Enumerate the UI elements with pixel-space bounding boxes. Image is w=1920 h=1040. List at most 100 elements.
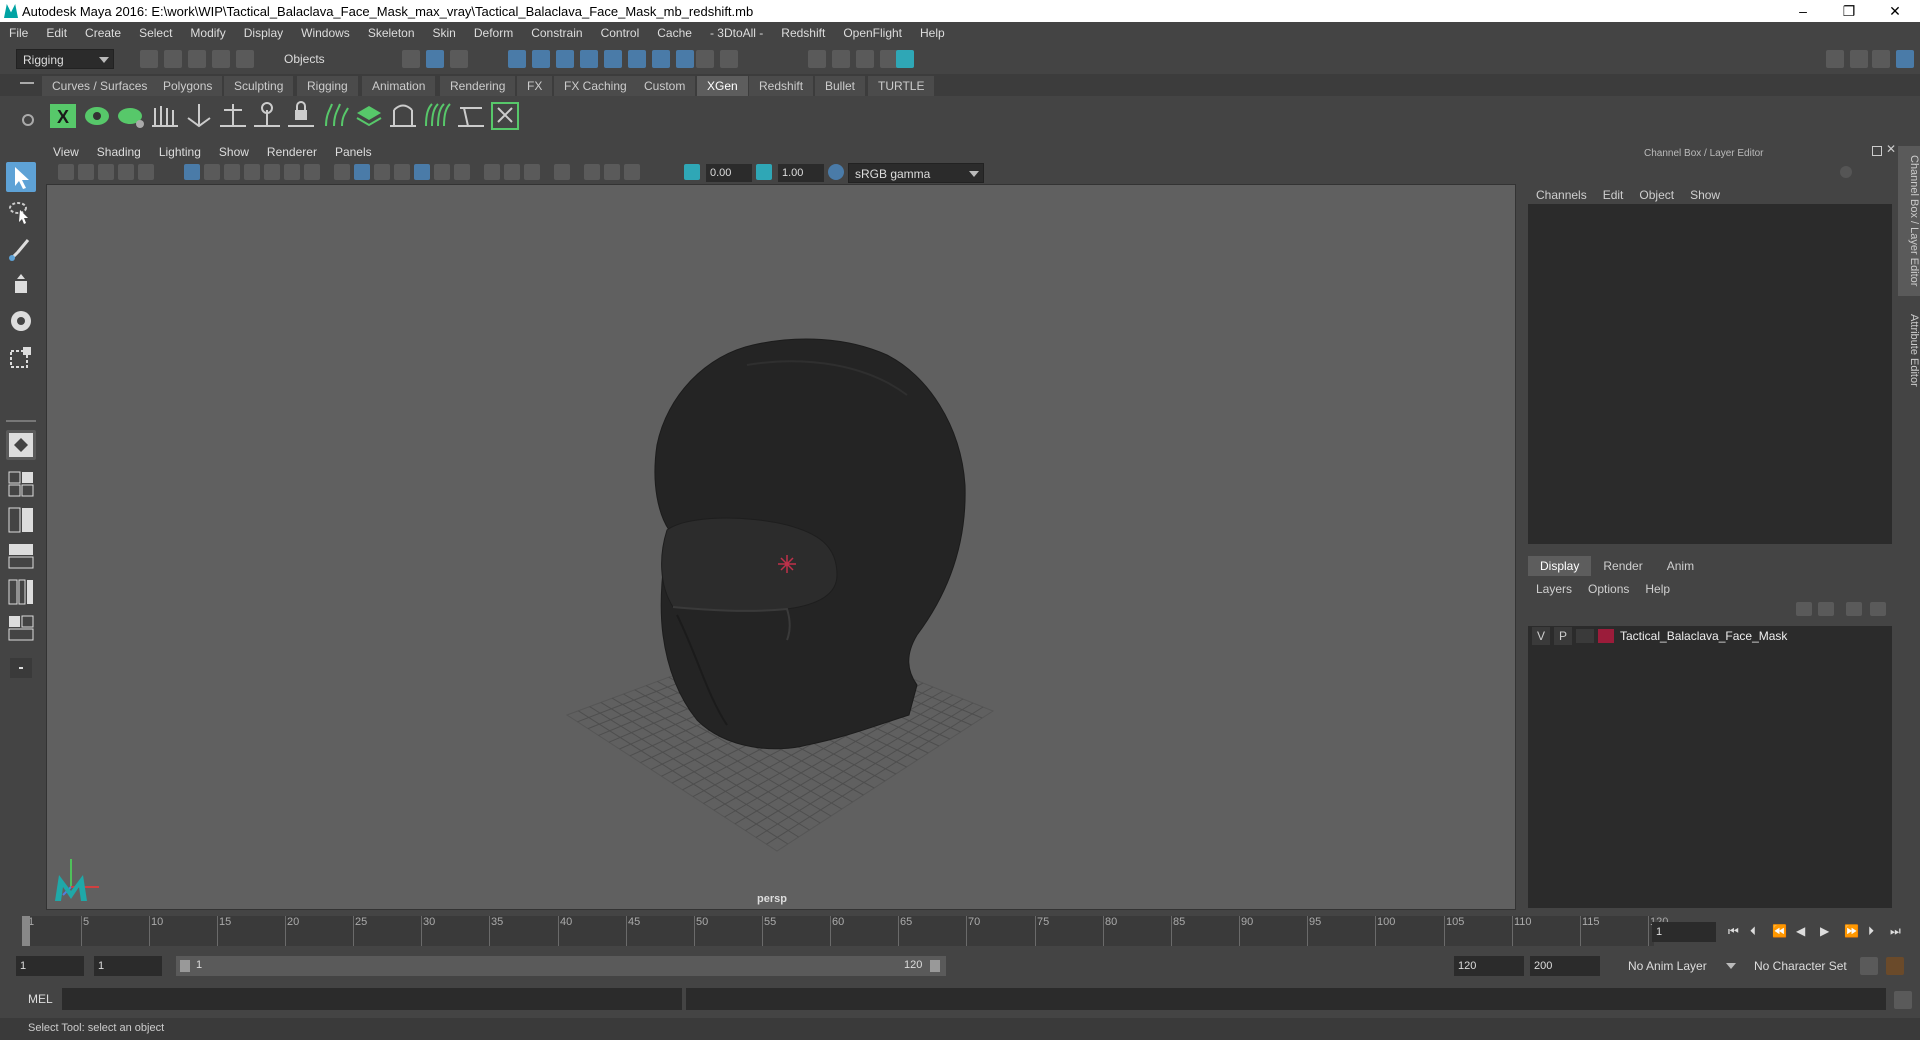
film-gate-icon[interactable] bbox=[204, 164, 220, 180]
ambient-occlusion-icon[interactable] bbox=[454, 164, 470, 180]
ipr-render-icon[interactable] bbox=[856, 50, 874, 68]
two-pane-side-layout-button[interactable] bbox=[6, 506, 36, 534]
move-layer-up-icon[interactable] bbox=[1796, 602, 1812, 616]
menu-modify[interactable]: Modify bbox=[181, 22, 234, 44]
render-view-icon[interactable] bbox=[808, 50, 826, 68]
range-end-handle[interactable] bbox=[930, 960, 940, 972]
modeling-toolkit-icon[interactable] bbox=[1826, 50, 1844, 68]
save-scene-icon[interactable] bbox=[188, 50, 206, 68]
xray-components-icon[interactable] bbox=[624, 164, 640, 180]
smooth-shade-icon[interactable] bbox=[354, 164, 370, 180]
animation-start-field[interactable]: 1 bbox=[16, 956, 84, 976]
viewport-menu-shading[interactable]: Shading bbox=[88, 142, 150, 162]
select-by-hierarchy-icon[interactable] bbox=[402, 50, 420, 68]
shelf-tab-custom[interactable]: Custom bbox=[634, 76, 696, 96]
shelf-tab-curves-surfaces[interactable]: Curves / Surfaces bbox=[42, 76, 158, 96]
render-current-frame-icon[interactable] bbox=[832, 50, 850, 68]
layer-tab-render[interactable]: Render bbox=[1591, 556, 1654, 576]
select-by-object-type-icon[interactable] bbox=[426, 50, 444, 68]
gate-mask-icon[interactable] bbox=[244, 164, 260, 180]
xgen-bend-guide-icon[interactable] bbox=[252, 100, 282, 132]
camera-icon[interactable] bbox=[58, 164, 74, 180]
shadows-icon[interactable] bbox=[434, 164, 450, 180]
animation-preferences-icon[interactable] bbox=[1886, 957, 1904, 975]
use-default-lights-icon[interactable] bbox=[414, 164, 430, 180]
channels-menu[interactable]: Channels bbox=[1528, 188, 1595, 202]
new-layer-from-selected-icon[interactable] bbox=[1870, 602, 1886, 616]
menu-cache[interactable]: Cache bbox=[648, 22, 701, 44]
go-to-end-icon[interactable]: ⏭ bbox=[1890, 924, 1901, 939]
gamma-icon[interactable] bbox=[756, 164, 772, 180]
menu-help[interactable]: Help bbox=[911, 22, 954, 44]
rotate-tool[interactable] bbox=[6, 306, 36, 336]
layer-tab-display[interactable]: Display bbox=[1528, 556, 1592, 576]
camera-attributes-icon[interactable] bbox=[78, 164, 94, 180]
snap-to-curve-icon[interactable] bbox=[532, 50, 550, 68]
script-editor-icon[interactable] bbox=[1894, 991, 1912, 1009]
xgen-guide-length-icon[interactable] bbox=[218, 100, 248, 132]
exposure-icon[interactable] bbox=[684, 164, 700, 180]
playback-end-field[interactable]: 120 bbox=[1454, 956, 1524, 976]
selection-mode-dropdown[interactable]: Objects bbox=[278, 49, 374, 69]
restore-button[interactable]: ❐ bbox=[1826, 0, 1872, 22]
safe-title-icon[interactable] bbox=[304, 164, 320, 180]
single-pane-layout-button[interactable] bbox=[6, 430, 36, 460]
move-layer-down-icon[interactable] bbox=[1818, 602, 1834, 616]
xgen-layers-icon[interactable] bbox=[354, 100, 384, 132]
shelf-tab-rigging[interactable]: Rigging bbox=[297, 76, 358, 96]
go-to-start-icon[interactable]: ⏮ bbox=[1728, 924, 1739, 939]
xgen-comb-icon[interactable] bbox=[422, 100, 452, 132]
select-tool[interactable] bbox=[6, 162, 36, 192]
xray-icon[interactable] bbox=[584, 164, 600, 180]
xray-joints-icon[interactable] bbox=[604, 164, 620, 180]
toolbox-more-button[interactable] bbox=[6, 656, 36, 680]
paint-select-tool[interactable] bbox=[6, 234, 36, 264]
shelf-tab-polygons[interactable]: Polygons bbox=[153, 76, 223, 96]
field-chart-icon[interactable] bbox=[264, 164, 280, 180]
wireframe-icon[interactable] bbox=[334, 164, 350, 180]
auto-key-icon[interactable] bbox=[1860, 957, 1878, 975]
shelf-tab-sculpting[interactable]: Sculpting bbox=[224, 76, 294, 96]
float-panel-icon[interactable] bbox=[1872, 146, 1882, 156]
snap-together-icon[interactable] bbox=[652, 50, 670, 68]
menu-set-dropdown[interactable]: Rigging bbox=[16, 49, 114, 69]
input-output-icon[interactable] bbox=[720, 50, 738, 68]
character-set-dropdown[interactable]: No Character Set bbox=[1748, 956, 1868, 976]
layer-color-swatch[interactable] bbox=[1598, 629, 1614, 643]
menu-display[interactable]: Display bbox=[235, 22, 292, 44]
menu-control[interactable]: Control bbox=[592, 22, 649, 44]
select-by-component-icon[interactable] bbox=[450, 50, 468, 68]
depth-of-field-icon[interactable] bbox=[524, 164, 540, 180]
anti-aliasing-icon[interactable] bbox=[504, 164, 520, 180]
step-back-key-icon[interactable]: ⏪ bbox=[1772, 924, 1787, 938]
menu-deform[interactable]: Deform bbox=[465, 22, 522, 44]
graph-layout-button[interactable] bbox=[6, 614, 36, 642]
exposure-field[interactable]: 0.00 bbox=[706, 164, 752, 182]
viewport-menu-view[interactable]: View bbox=[44, 142, 88, 162]
menu-3dtoall[interactable]: - 3DtoAll - bbox=[701, 22, 772, 44]
four-pane-layout-button[interactable] bbox=[6, 470, 36, 498]
menu-windows[interactable]: Windows bbox=[292, 22, 359, 44]
layer-playback-toggle[interactable]: P bbox=[1554, 627, 1572, 645]
layer-tab-anim[interactable]: Anim bbox=[1655, 556, 1706, 576]
move-tool[interactable] bbox=[6, 270, 36, 300]
balaclava-model[interactable] bbox=[654, 338, 966, 750]
show-menu[interactable]: Show bbox=[1682, 188, 1728, 202]
new-empty-layer-icon[interactable] bbox=[1846, 602, 1862, 616]
image-plane-icon[interactable] bbox=[118, 164, 134, 180]
shelf-menu-icon[interactable] bbox=[20, 82, 34, 84]
minimize-button[interactable]: – bbox=[1780, 0, 1826, 22]
command-input[interactable] bbox=[62, 988, 682, 1010]
2d-pan-zoom-icon[interactable] bbox=[138, 164, 154, 180]
layer-name[interactable]: Tactical_Balaclava_Face_Mask bbox=[1620, 629, 1787, 643]
menu-redshift[interactable]: Redshift bbox=[772, 22, 834, 44]
edit-menu[interactable]: Edit bbox=[1595, 188, 1632, 202]
close-button[interactable]: ✕ bbox=[1872, 0, 1918, 22]
options-menu[interactable]: Options bbox=[1580, 582, 1637, 596]
safe-action-icon[interactable] bbox=[284, 164, 300, 180]
xgen-sculpt-guide-icon[interactable] bbox=[388, 100, 418, 132]
snap-to-point-icon[interactable] bbox=[556, 50, 574, 68]
tool-settings-icon[interactable] bbox=[1872, 50, 1890, 68]
menu-constrain[interactable]: Constrain bbox=[522, 22, 591, 44]
snap-help-icon[interactable] bbox=[676, 50, 694, 68]
